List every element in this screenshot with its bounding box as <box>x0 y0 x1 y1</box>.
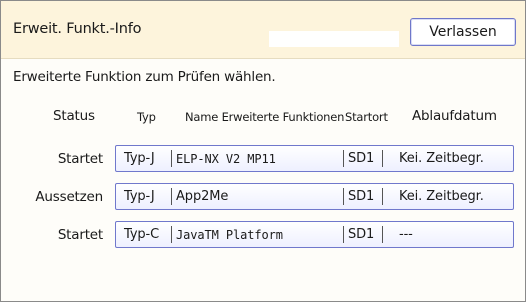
row-name: JavaTM Platform <box>176 228 283 242</box>
row-type: Typ-C <box>124 227 160 242</box>
column-header-status: Status <box>53 108 95 124</box>
table-row[interactable]: Typ-C JavaTM Platform SD1 --- <box>115 221 514 248</box>
column-header-startup: Startort <box>345 110 388 124</box>
table-row[interactable]: Typ-J ELP-NX V2 MP11 SD1 Kei. Zeitbegr. <box>115 145 514 172</box>
column-header-type: Typ <box>137 110 156 124</box>
page-title: Erweit. Funkt.-Info <box>13 21 142 37</box>
column-separator <box>382 150 383 167</box>
column-separator <box>343 188 344 205</box>
row-status: Aussetzen <box>35 189 103 205</box>
row-expiry: Kei. Zeitbegr. <box>399 189 484 204</box>
row-type: Typ-J <box>124 189 155 204</box>
row-status: Startet <box>57 151 103 167</box>
column-separator <box>171 226 172 243</box>
exit-button[interactable]: Verlassen <box>410 18 516 46</box>
column-separator <box>382 226 383 243</box>
row-expiry: --- <box>399 227 413 242</box>
table-row[interactable]: Typ-J App2Me SD1 Kei. Zeitbegr. <box>115 183 514 210</box>
column-header-name: Name Erweiterte Funktionen <box>185 110 345 124</box>
row-startup: SD1 <box>348 227 375 242</box>
row-name: ELP-NX V2 MP11 <box>176 152 276 166</box>
column-separator <box>343 150 344 167</box>
instruction-text: Erweiterte Funktion zum Prüfen wählen. <box>13 69 276 85</box>
row-type: Typ-J <box>124 151 155 166</box>
row-name: App2Me <box>176 189 229 204</box>
column-separator <box>171 150 172 167</box>
row-expiry: Kei. Zeitbegr. <box>399 151 484 166</box>
column-separator <box>171 188 172 205</box>
row-startup: SD1 <box>348 189 375 204</box>
title-field-blank <box>269 31 399 47</box>
row-status: Startet <box>57 227 103 243</box>
extended-feature-info-screen: Erweit. Funkt.-Info Verlassen Erweiterte… <box>0 0 526 302</box>
title-bar: Erweit. Funkt.-Info Verlassen <box>1 1 525 59</box>
column-separator <box>382 188 383 205</box>
row-startup: SD1 <box>348 151 375 166</box>
column-separator <box>343 226 344 243</box>
column-header-expiry: Ablaufdatum <box>412 108 497 124</box>
